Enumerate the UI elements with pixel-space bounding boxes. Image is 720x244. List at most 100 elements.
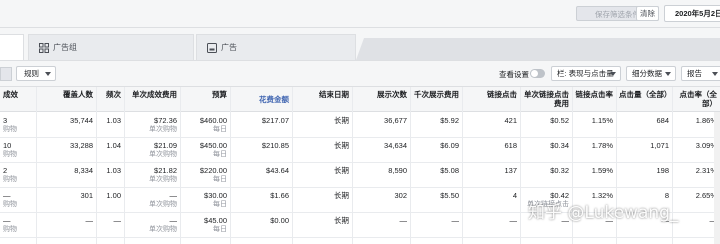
table-row[interactable]: 10 购物 33,288 1.04 $21.09 单次购物 $450.00 每日 $210.85…	[0, 137, 720, 163]
cell-results: — 购物	[0, 216, 36, 234]
cell-subtext: 每日	[213, 226, 227, 233]
cell-value: —	[509, 216, 518, 225]
cell-value: $210.85	[261, 141, 289, 150]
tab-ads[interactable]: 广告	[196, 34, 356, 60]
cell-budget: $30.00 每日	[180, 191, 230, 209]
cell-value: —	[3, 216, 11, 225]
cell-reach: 301	[36, 191, 96, 200]
top-bar: 保存筛选条件 清除 2020年5月2日	[0, 0, 720, 28]
cell-value: 301	[80, 191, 93, 200]
cell-value: —	[169, 191, 178, 200]
column-header[interactable]: 预算	[180, 90, 230, 99]
cell-reach: 35,744	[36, 116, 96, 125]
cell-budget: $460.00 每日	[180, 116, 230, 134]
breakdown-dropdown[interactable]: 细分数据	[626, 66, 676, 81]
columns-dropdown[interactable]: 栏: 表现与点击量	[551, 66, 621, 81]
vertical-scrollbar[interactable]	[714, 112, 720, 244]
clear-button[interactable]: 清除	[636, 6, 659, 21]
cell-budget: $220.00 每日	[180, 166, 230, 184]
view-settings-toggle[interactable]	[530, 69, 545, 78]
cell-clicks-all: 1,071	[616, 141, 672, 150]
column-header[interactable]: 成效	[0, 90, 36, 99]
table-toolbar: 规则 查看设置 栏: 表现与点击量 细分数据 报告	[0, 61, 720, 87]
table-header: 成效 覆盖人数 频次 单次成效费用 预算 花费金额 结束日期 展示次数 千次展示费用 链接点击 单次…	[0, 87, 720, 112]
cell-value: 36,677	[384, 116, 407, 125]
cell-cpm: $6.09	[410, 141, 462, 150]
cell-value: $450.00	[199, 141, 227, 150]
cell-value: 1.04	[106, 141, 121, 150]
tag-icon[interactable]	[0, 67, 12, 81]
cell-frequency: 1.00	[96, 191, 124, 200]
column-header[interactable]: 覆盖人数	[36, 90, 96, 99]
cell-value: $43.64	[266, 166, 289, 175]
chevron-down-icon	[665, 72, 671, 76]
cell-value: 684	[656, 116, 669, 125]
cell-subtext: 每日	[213, 151, 227, 158]
column-header[interactable]: 频次	[96, 90, 124, 99]
cell-budget: $450.00 每日	[180, 141, 230, 159]
cell-subtext: 单次购物	[149, 201, 177, 208]
cell-frequency: 1.03	[96, 116, 124, 125]
columns-label: 栏: 表现与点击量	[557, 69, 614, 78]
cell-link-clicks: 421	[462, 116, 520, 125]
cell-subtext: 购物	[3, 226, 17, 233]
cell-value: 1.59%	[591, 166, 613, 175]
cell-value: 198	[656, 166, 669, 175]
cell-end: 长期	[292, 141, 352, 150]
cell-impressions: 34,634	[352, 141, 410, 150]
column-header[interactable]: 结束日期	[292, 90, 352, 99]
cell-value: 长期	[334, 166, 349, 175]
cell-value: $21.82	[154, 166, 177, 175]
column-header[interactable]: 展示次数	[352, 90, 410, 99]
table-row[interactable]: 2 购物 8,334 1.03 $21.82 单次购物 $220.00 每日 $43.64 长期 8…	[0, 162, 720, 188]
cell-cost-per-result: $72.36 单次购物	[124, 116, 180, 134]
table-row[interactable]: 3 购物 35,744 1.03 $72.36 单次购物 $460.00 每日 $217.07 长…	[0, 112, 720, 138]
cell-subtext: 每日	[213, 176, 227, 183]
tab-ad-sets-label: 广告组	[53, 43, 77, 52]
cell-value: $5.92	[440, 116, 459, 125]
tab-ad-sets[interactable]: 广告组	[28, 34, 194, 60]
cell-value: $0.32	[550, 166, 569, 175]
cell-results: 2 购物	[0, 166, 36, 184]
cell-value: 34,634	[384, 141, 407, 150]
cell-value: 4	[512, 191, 517, 200]
ad-set-grid-icon	[39, 42, 49, 53]
cell-end: 长期	[292, 166, 352, 175]
column-header[interactable]: 链接点击	[462, 90, 520, 99]
column-header[interactable]: 点击量（全部）	[616, 90, 672, 99]
rules-dropdown[interactable]: 规则	[16, 66, 56, 81]
cell-cost-per-result: — 单次购物	[124, 191, 180, 209]
cell-subtext: 购物	[3, 176, 17, 183]
column-header[interactable]: 花费金额	[230, 95, 292, 104]
cell-subtext: 购物	[3, 201, 17, 208]
column-header[interactable]: 千次展示费用	[410, 90, 462, 99]
report-dropdown[interactable]: 报告	[681, 66, 720, 81]
cell-value: $5.08	[440, 166, 459, 175]
column-header[interactable]: 链接点击率	[572, 90, 616, 99]
cell-spend: $217.07	[230, 116, 292, 125]
cell-cpc: $0.32	[520, 166, 572, 175]
cell-value: 1.86%	[695, 116, 717, 125]
cell-ctr-all: 2.31%	[672, 166, 720, 175]
tab-campaigns[interactable]	[0, 34, 24, 60]
cell-end: 长期	[292, 216, 352, 225]
cell-value: —	[399, 216, 408, 225]
cell-subtext: 单次购物	[149, 151, 177, 158]
column-header[interactable]: 点击率（全部）	[672, 90, 720, 108]
cell-ctr: 1.15%	[572, 116, 616, 125]
column-header[interactable]: 单次链接点击费用	[520, 90, 572, 108]
cell-value: 8,334	[74, 166, 93, 175]
cell-value: 2.31%	[695, 166, 717, 175]
column-header[interactable]: 单次成效费用	[124, 90, 180, 99]
cell-spend: $1.66	[230, 191, 292, 200]
cell-results: — 购物	[0, 191, 36, 209]
cell-impressions: —	[352, 216, 410, 225]
cell-link-clicks: 4	[462, 191, 520, 200]
cell-frequency: 1.03	[96, 166, 124, 175]
cell-value: 618	[504, 141, 517, 150]
chevron-down-icon	[45, 72, 51, 76]
cell-value: 2	[3, 166, 8, 175]
cell-value: $45.00	[204, 216, 227, 225]
date-range-button[interactable]: 2020年5月2日	[664, 5, 720, 22]
cell-clicks-all: 684	[616, 116, 672, 125]
